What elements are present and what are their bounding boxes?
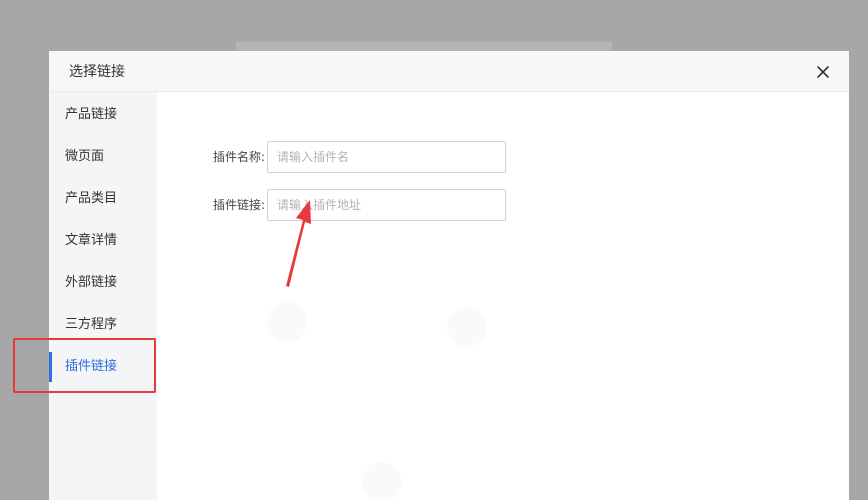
plugin-link-row: 插件链接:	[157, 189, 849, 221]
plugin-name-row: 插件名称:	[157, 141, 849, 173]
link-type-sidebar: 产品链接 微页面 产品类目 文章详情 外部链接 三方程序 插件链接	[49, 92, 157, 500]
sidebar-item-plugin-link[interactable]: 插件链接	[49, 346, 157, 388]
close-button[interactable]	[813, 62, 833, 82]
sidebar-item-product-link[interactable]: 产品链接	[49, 94, 157, 136]
background-decoration	[267, 302, 307, 342]
close-icon	[817, 66, 829, 78]
sidebar-item-third-party-program[interactable]: 三方程序	[49, 304, 157, 346]
plugin-name-label: 插件名称:	[212, 150, 265, 164]
sidebar-item-micro-page[interactable]: 微页面	[49, 136, 157, 178]
sidebar-item-product-category[interactable]: 产品类目	[49, 178, 157, 220]
dialog-title: 选择链接	[69, 64, 125, 80]
plugin-link-input[interactable]	[267, 189, 506, 221]
background-decoration	[362, 462, 402, 500]
plugin-name-input[interactable]	[267, 141, 506, 173]
background-decoration	[447, 307, 487, 347]
plugin-link-form: 插件名称: 插件链接:	[157, 92, 849, 500]
sidebar-item-external-link[interactable]: 外部链接	[49, 262, 157, 304]
dialog-header: 选择链接	[49, 51, 849, 92]
select-link-dialog: 选择链接 产品链接 微页面 产品类目 文章详情 外部链接 三方程序 插件链接 插…	[49, 51, 849, 500]
sidebar-item-article-detail[interactable]: 文章详情	[49, 220, 157, 262]
plugin-link-label: 插件链接:	[212, 198, 265, 212]
